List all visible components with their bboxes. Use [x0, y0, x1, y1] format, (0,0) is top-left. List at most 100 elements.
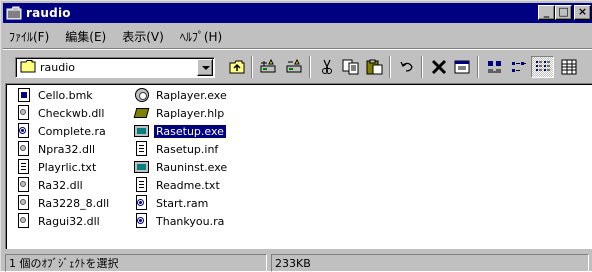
file-name: Raplayer.exe — [156, 88, 227, 102]
list-view-button[interactable] — [531, 56, 554, 78]
toolbar-separator — [251, 56, 253, 78]
toolbar-separator — [389, 56, 391, 78]
bookmark-file-icon — [16, 87, 32, 103]
maximize-button[interactable]: □ — [555, 5, 572, 20]
title-bar[interactable]: raudio _ □ × — [3, 3, 592, 23]
file-item[interactable]: Npra32.dll — [16, 140, 111, 158]
file-list-pane[interactable]: Cello.bmk Checkwb.dll Complete.ra Npra32.dl… — [5, 83, 592, 249]
copy-icon — [342, 59, 358, 75]
text-file-icon — [16, 159, 32, 175]
list-view-icon — [535, 61, 550, 71]
small-icons-icon — [511, 62, 526, 72]
folder-combo-value: raudio — [40, 61, 76, 74]
file-item[interactable]: Raplayer.exe — [134, 86, 229, 104]
file-item[interactable]: Playrlic.txt — [16, 158, 111, 176]
copy-button[interactable] — [339, 56, 362, 78]
dll-file-icon — [16, 213, 32, 229]
file-name: Rasetup.inf — [156, 142, 219, 156]
dll-file-icon — [16, 141, 32, 157]
file-item[interactable]: Complete.ra — [16, 122, 111, 140]
file-item[interactable]: Rauninst.exe — [134, 158, 229, 176]
file-name: Ra3228_8.dll — [38, 196, 110, 210]
status-selection: 1 個のｵﾌﾞｼﾞｪｸﾄを選択 — [5, 254, 267, 272]
close-button[interactable]: × — [574, 5, 591, 20]
menu-file[interactable]: ﾌｧｲﾙ(F) — [3, 28, 57, 45]
realplayer-exe-icon — [134, 87, 150, 103]
realaudio-file-icon — [134, 213, 150, 229]
file-name: Npra32.dll — [38, 142, 96, 156]
file-item[interactable]: Ra32.dll — [16, 176, 111, 194]
file-name: Ra32.dll — [38, 178, 83, 192]
undo-icon — [399, 61, 413, 72]
file-item[interactable]: Thankyou.ra — [134, 212, 229, 230]
file-name: Checkwb.dll — [38, 106, 105, 120]
file-item[interactable]: Raplayer.hlp — [133, 104, 229, 122]
file-name: Ragui32.dll — [38, 214, 100, 228]
file-name: Readme.txt — [156, 178, 220, 192]
large-icons-icon — [487, 61, 501, 73]
file-item[interactable]: Rasetup.inf — [134, 140, 229, 158]
file-name: Rauninst.exe — [156, 160, 228, 174]
dll-file-icon — [16, 195, 32, 211]
menu-view[interactable]: 表示(V) — [114, 28, 172, 45]
file-item[interactable]: Cello.bmk — [16, 86, 111, 104]
delete-x-icon — [431, 59, 446, 75]
window-title: raudio — [26, 6, 71, 20]
file-name: Start.ram — [156, 196, 209, 210]
file-item[interactable]: Ragui32.dll — [16, 212, 111, 230]
setup-exe-icon — [134, 159, 150, 175]
text-file-icon — [134, 177, 150, 193]
realaudio-file-icon — [134, 195, 150, 211]
file-item[interactable]: Start.ram — [134, 194, 229, 212]
realaudio-file-icon — [16, 123, 32, 139]
details-view-icon — [561, 59, 576, 75]
folder-icon — [6, 6, 22, 20]
map-network-drive-button[interactable] — [257, 56, 280, 78]
undo-button[interactable] — [395, 56, 418, 78]
menu-edit[interactable]: 編集(E) — [57, 28, 114, 45]
file-item[interactable]: Checkwb.dll — [16, 104, 111, 122]
file-name: Raplayer.hlp — [156, 106, 225, 120]
up-folder-button[interactable] — [225, 56, 248, 78]
dll-file-icon — [16, 105, 32, 121]
cut-button[interactable] — [315, 56, 338, 78]
paste-icon — [366, 59, 382, 75]
large-icons-button[interactable] — [483, 56, 506, 78]
disconnect-drive-icon — [286, 59, 301, 73]
properties-button[interactable] — [451, 56, 474, 78]
delete-button[interactable] — [427, 56, 450, 78]
file-item[interactable]: Rasetup.exe — [134, 122, 229, 140]
details-view-button[interactable] — [557, 56, 580, 78]
folder-icon — [20, 59, 36, 76]
file-item[interactable]: Readme.txt — [134, 176, 229, 194]
small-icons-button[interactable] — [507, 56, 530, 78]
file-name: Complete.ra — [38, 124, 106, 138]
file-name: Cello.bmk — [38, 88, 93, 102]
up-folder-icon — [229, 60, 244, 74]
file-item[interactable]: Ra3228_8.dll — [16, 194, 111, 212]
menu-separator — [3, 48, 592, 50]
file-column: Raplayer.exe Raplayer.hlp Rasetup.exe Raset… — [133, 86, 229, 230]
minimize-button[interactable]: _ — [538, 5, 555, 20]
folder-combo[interactable]: raudio — [15, 57, 215, 78]
menu-help[interactable]: ﾍﾙﾌﾟ(H) — [172, 28, 230, 45]
toolbar-separator — [477, 56, 479, 78]
help-file-icon — [133, 105, 150, 121]
menu-bar: ﾌｧｲﾙ(F) 編集(E) 表示(V) ﾍﾙﾌﾟ(H) — [3, 25, 230, 47]
status-size: 233KB — [271, 254, 589, 272]
file-name: Thankyou.ra — [156, 214, 225, 228]
setup-exe-icon — [134, 123, 150, 139]
disconnect-network-drive-button[interactable] — [283, 56, 306, 78]
inf-file-icon — [134, 141, 150, 157]
properties-icon — [454, 60, 469, 74]
file-name: Playrlic.txt — [38, 160, 97, 174]
chevron-down-icon[interactable] — [197, 59, 213, 76]
paste-button[interactable] — [363, 56, 386, 78]
toolbar-separator — [421, 56, 423, 78]
scissors-icon — [321, 59, 332, 74]
file-column: Cello.bmk Checkwb.dll Complete.ra Npra32.dl… — [16, 86, 111, 230]
explorer-window: raudio _ □ × ﾌｧｲﾙ(F) 編集(E) 表示(V) ﾍﾙﾌﾟ(H)… — [0, 0, 592, 272]
file-name: Rasetup.exe — [153, 123, 227, 139]
toolbar: raudio — [5, 53, 592, 81]
map-drive-icon — [260, 59, 275, 73]
